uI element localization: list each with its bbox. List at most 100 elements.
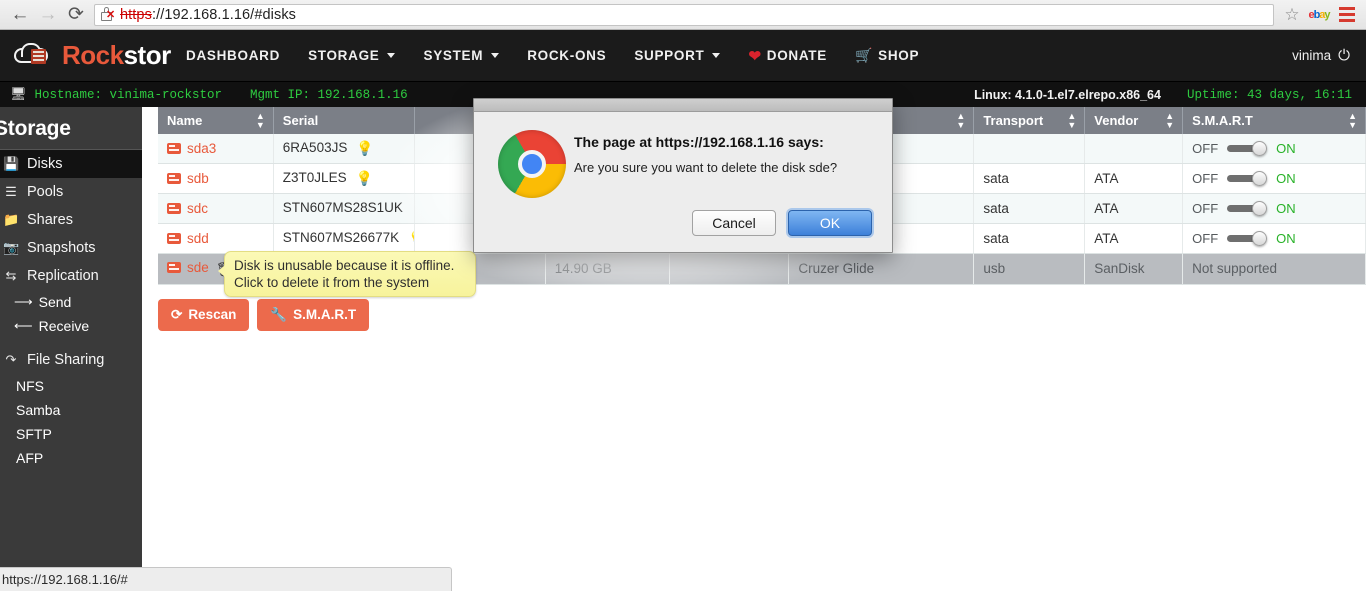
hdd-icon	[167, 142, 181, 154]
address-bar[interactable]: ✕ https://192.168.1.16/#disks	[94, 3, 1274, 26]
smart-toggle[interactable]	[1227, 141, 1268, 156]
sidebar-item-afp[interactable]: AFP	[0, 446, 142, 470]
dialog-titlebar	[474, 99, 892, 112]
nav-item-dashboard[interactable]: DASHBOARD	[172, 40, 294, 71]
sidebar-subitem-label: Receive	[38, 318, 90, 334]
ok-button[interactable]: OK	[788, 210, 872, 236]
disk-link[interactable]: sde	[167, 260, 209, 275]
col-header-vendor[interactable]: Vendor ▲ ▼	[1084, 107, 1184, 134]
chrome-logo-icon	[498, 130, 566, 198]
user-menu[interactable]: vinima ⏻	[1292, 47, 1350, 64]
browser-toolbar: ← → ⟳ ✕ https://192.168.1.16/#disks ☆ eb…	[0, 0, 1366, 30]
hamburger-menu-icon[interactable]	[1334, 7, 1360, 22]
sidebar-item-nfs[interactable]: NFS	[0, 374, 142, 398]
smart-on-label: ON	[1276, 201, 1296, 216]
smart-toggle[interactable]	[1227, 171, 1268, 186]
smart-on-label: ON	[1276, 231, 1296, 246]
col-header-name[interactable]: Name ▲ ▼	[158, 107, 274, 134]
smart-label: S.M.A.R.T	[293, 307, 357, 323]
sort-icon[interactable]: ▲ ▼	[1348, 111, 1357, 130]
disk-link[interactable]: sdb	[167, 171, 209, 186]
nav-label: ROCK-ONS	[527, 48, 607, 63]
sort-icon[interactable]: ▲ ▼	[1067, 111, 1076, 130]
sidebar-item-file-sharing[interactable]: ↷ File Sharing	[0, 346, 142, 374]
cell-vendor	[1084, 134, 1184, 164]
reload-button[interactable]: ⟳	[62, 1, 90, 29]
smart-toggle[interactable]	[1227, 201, 1268, 216]
nav-item-support[interactable]: SUPPORT	[620, 40, 734, 71]
cell-vendor: SanDisk	[1084, 253, 1184, 285]
cell-smart: Not supported	[1182, 253, 1366, 285]
col-label: Serial	[282, 113, 319, 128]
smart-button[interactable]: 🔧 S.M.A.R.T	[257, 298, 370, 331]
disk-name-label: sde	[187, 260, 209, 275]
disk-link[interactable]: sdd	[167, 231, 209, 246]
col-label: Vendor	[1094, 113, 1139, 128]
cell-transport: usb	[973, 253, 1086, 285]
nav-label: SUPPORT	[634, 48, 705, 63]
disk-link[interactable]: sdc	[167, 201, 208, 216]
smart-status-label: Not supported	[1192, 261, 1277, 277]
sidebar-item-label: Shares	[27, 212, 73, 228]
nav-item-system[interactable]: SYSTEM	[409, 40, 513, 71]
dialog-title: The page at https://192.168.1.16 says:	[574, 134, 824, 150]
disk-icon: 💾	[3, 156, 20, 171]
url-scheme: https	[120, 6, 152, 23]
sidebar-item-pools[interactable]: ☰ Pools	[0, 178, 142, 206]
cell-name: sdd	[158, 223, 274, 254]
status-url: https://192.168.1.16/#	[2, 572, 128, 587]
sort-icon[interactable]: ▲ ▼	[956, 111, 965, 130]
nav-item-rock-ons[interactable]: ROCK-ONS	[513, 40, 620, 71]
cloud-server-icon	[14, 42, 60, 69]
hdd-icon	[167, 262, 181, 273]
sidebar-item-label: Snapshots	[27, 240, 96, 256]
sidebar-item-send[interactable]: ⟶ Send	[0, 290, 142, 314]
cancel-button[interactable]: Cancel	[692, 210, 776, 236]
serial-label: STN607MS28S1UK	[282, 200, 403, 216]
tooltip-text: Disk is unusable because it is offline. …	[234, 258, 455, 290]
sidebar-item-shares[interactable]: 📁 Shares	[0, 206, 142, 234]
sidebar-title: Storage	[0, 113, 142, 150]
col-header-serial[interactable]: Serial	[273, 107, 416, 134]
rescan-label: Rescan	[188, 307, 237, 323]
col-label: Name	[167, 113, 203, 128]
ebay-extension-icon[interactable]: ebay	[1304, 9, 1334, 21]
nav-item-storage[interactable]: STORAGE	[294, 40, 409, 71]
bookmark-star-icon[interactable]: ☆	[1280, 5, 1304, 25]
col-header-smart[interactable]: S.M.A.R.T ▲ ▼	[1182, 107, 1366, 134]
cell-serial: Z3T0JLES 💡	[273, 163, 416, 194]
sidebar-subitem-label: NFS	[16, 378, 44, 394]
cell-blank-2	[669, 253, 790, 285]
insecure-lock-icon[interactable]: ✕	[101, 7, 115, 22]
nav-item-shop[interactable]: 🛒 SHOP	[841, 39, 933, 72]
sidebar-item-receive[interactable]: ⟵ Receive	[0, 314, 142, 338]
sidebar-item-snapshots[interactable]: 📷 Snapshots	[0, 234, 142, 262]
dialog-message: Are you sure you want to delete the disk…	[574, 160, 838, 175]
cell-transport: sata	[973, 163, 1086, 194]
back-button[interactable]: ←	[6, 1, 34, 29]
smart-toggle[interactable]	[1227, 231, 1268, 246]
cell-capacity: 14.90 GB	[545, 253, 670, 285]
power-icon[interactable]: ⏻	[1338, 47, 1350, 64]
sort-icon[interactable]: ▲ ▼	[1165, 111, 1174, 130]
sidebar-subitem-label: Samba	[16, 402, 61, 418]
sidebar-item-replication[interactable]: ⇆ Replication	[0, 262, 142, 290]
url-rest: ://192.168.1.16/#disks	[151, 6, 297, 23]
uptime-label: Uptime: 43 days, 16:11	[1186, 87, 1352, 102]
forward-button[interactable]: →	[34, 1, 62, 29]
sidebar-subitem-label: SFTP	[16, 426, 52, 442]
col-header-transport[interactable]: Transport ▲ ▼	[973, 107, 1086, 134]
sidebar-item-disks[interactable]: 💾 Disks	[0, 150, 142, 178]
rockstor-logo[interactable]: Rockstor	[14, 40, 172, 71]
sidebar-item-sftp[interactable]: SFTP	[0, 422, 142, 446]
sort-icon[interactable]: ▲ ▼	[256, 111, 265, 130]
sidebar-item-samba[interactable]: Samba	[0, 398, 142, 422]
confirm-delete-dialog: The page at https://192.168.1.16 says: A…	[473, 98, 893, 253]
lightbulb-icon[interactable]: 💡	[408, 230, 414, 247]
disk-link[interactable]: sda3	[167, 141, 216, 156]
lightbulb-icon[interactable]: 💡	[356, 170, 373, 187]
serial-label: STN607MS26677K	[282, 230, 400, 246]
rescan-button[interactable]: ⟳ Rescan	[158, 298, 250, 331]
nav-item-donate[interactable]: ❤ DONATE	[734, 39, 840, 73]
lightbulb-icon[interactable]: 💡	[356, 140, 373, 157]
